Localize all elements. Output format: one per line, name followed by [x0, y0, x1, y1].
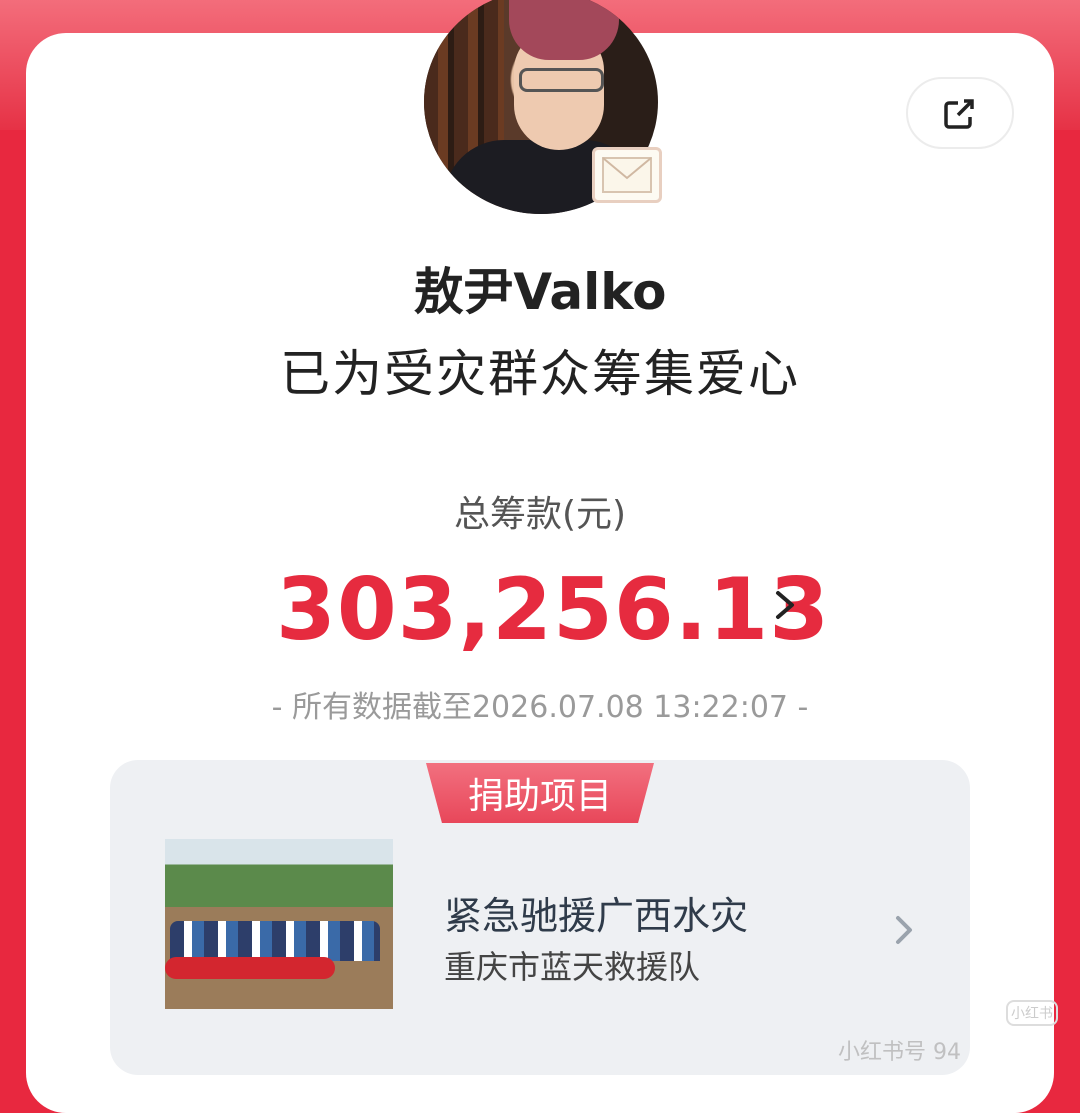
chevron-right-icon[interactable] [890, 910, 918, 950]
total-amount[interactable]: 303,256.13 [276, 560, 830, 660]
profile-subtitle: 已为受灾群众筹集爱心 [280, 345, 800, 403]
chevron-right-icon[interactable] [770, 585, 800, 625]
watermark-logo: 小红书 [1006, 1000, 1058, 1026]
project-title[interactable]: 紧急驰援广西水灾 [444, 885, 748, 940]
project-organization: 重庆市蓝天救援队 [444, 948, 701, 986]
rescue-boat [165, 957, 335, 979]
total-label: 总筹款(元) [453, 494, 627, 535]
data-timestamp: - 所有数据截至2026.07.08 13:22:07 - [271, 690, 809, 725]
avatar-glasses [519, 68, 604, 92]
watermark: 小红书号 94 [838, 1040, 961, 1065]
project-section-tab: 捐助项目 [426, 763, 654, 823]
share-icon [944, 97, 978, 129]
share-button[interactable] [906, 77, 1014, 149]
avatar-hair [509, 0, 619, 60]
project-image[interactable] [165, 839, 393, 1009]
envelope-icon [592, 147, 662, 203]
rescuers [170, 921, 380, 961]
user-name: 敖尹Valko [413, 263, 667, 321]
